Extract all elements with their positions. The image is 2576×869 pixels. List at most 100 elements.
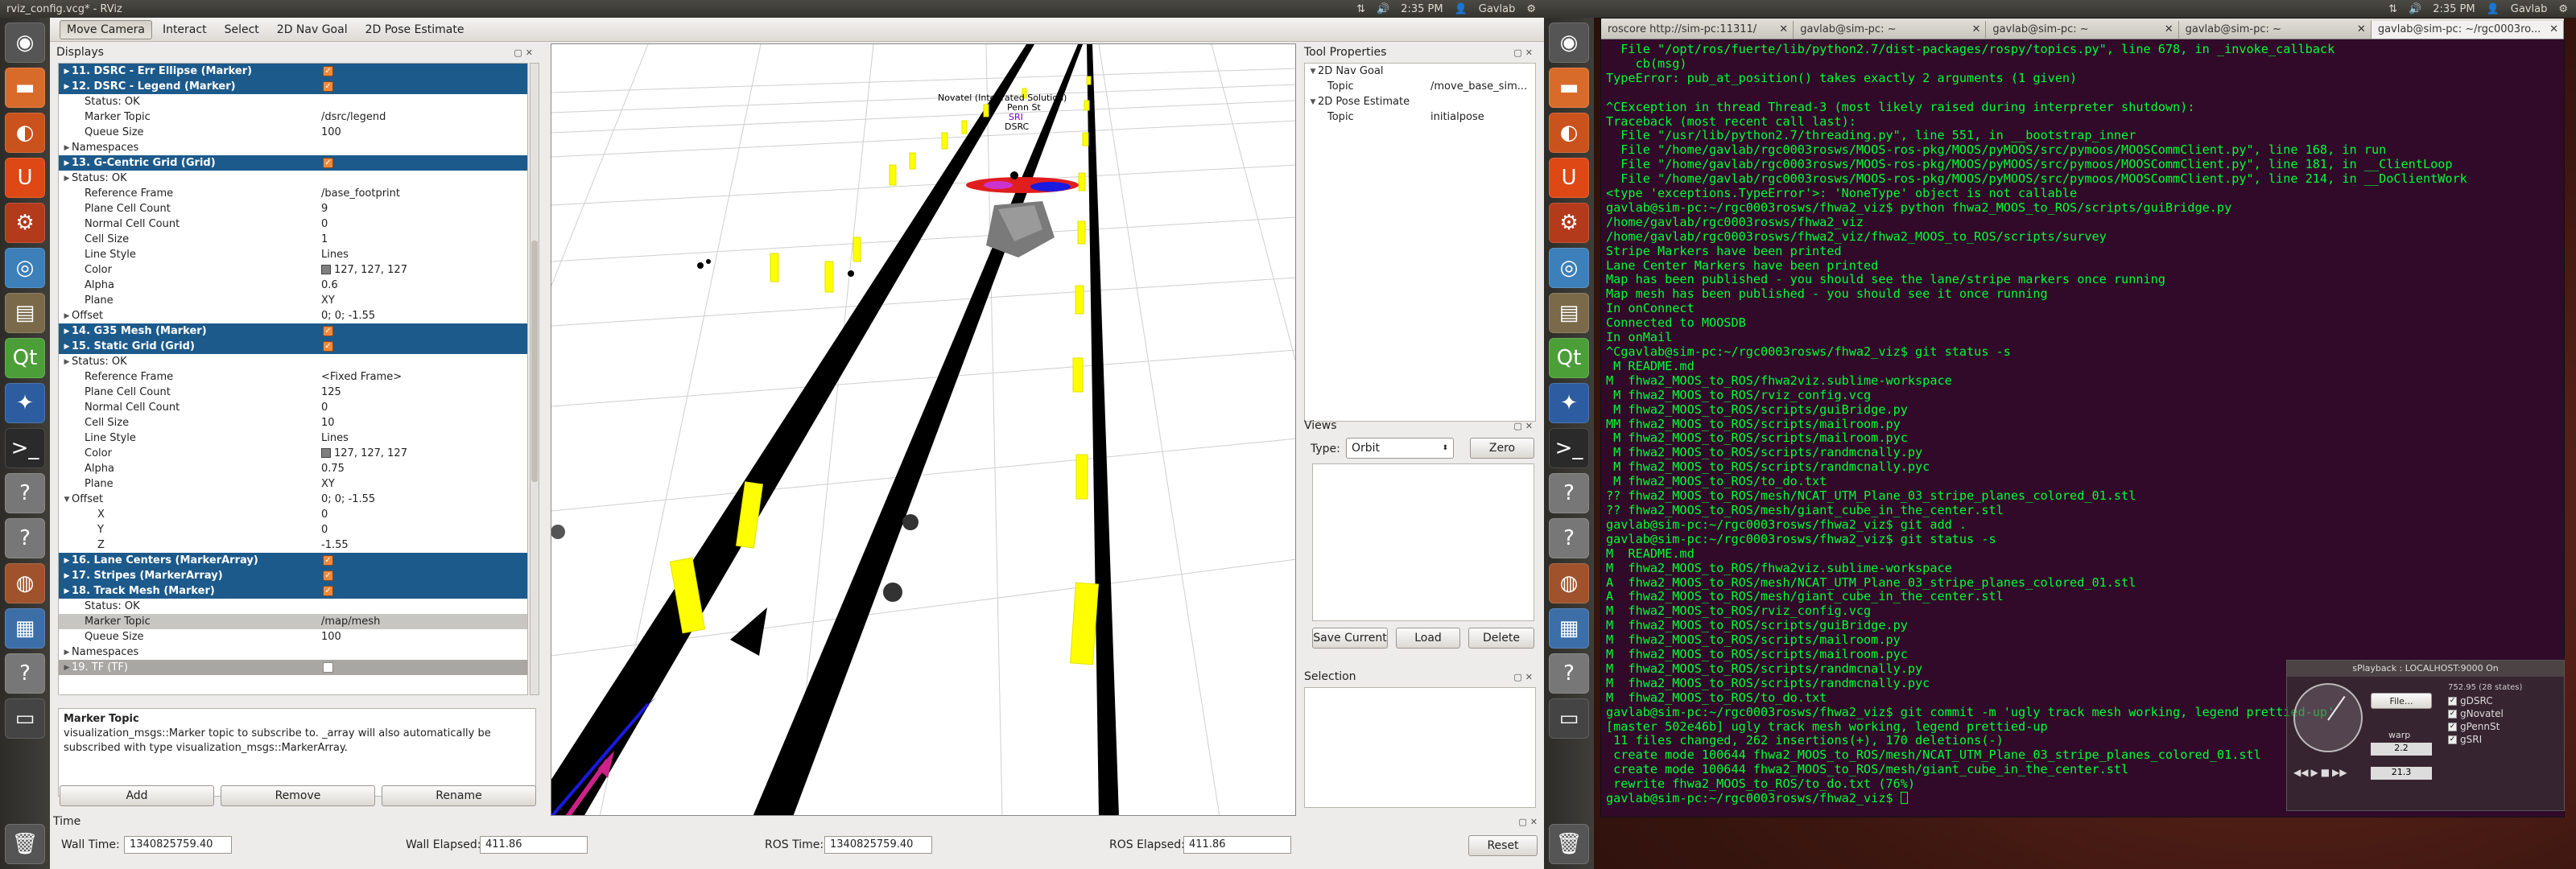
tool-interact[interactable]: Interact — [155, 20, 214, 39]
display-item[interactable]: ▶ 11. DSRC - Err Ellipse (Marker) ✓ — [59, 64, 527, 79]
terminal-tab[interactable]: gavlab@sim-pc: ~/rgc0003ro... ✕ — [2371, 21, 2565, 39]
terminal-icon[interactable]: >_ — [5, 428, 45, 468]
display-property[interactable]: ▶ Status: OK — [59, 354, 527, 369]
display-property[interactable]: Reference Frame <Fixed Frame> — [59, 369, 527, 385]
channel-checkbox[interactable]: ✓ — [2448, 722, 2457, 731]
volume-icon[interactable]: 🔊 — [2409, 3, 2421, 15]
panel-float-close-icons[interactable]: ▢✕ — [1513, 421, 1536, 431]
display-property[interactable]: Normal Cell Count 0 — [59, 216, 527, 232]
unknown-app-icon[interactable]: ? — [1549, 473, 1589, 513]
close-tab-icon[interactable]: ✕ — [2357, 23, 2366, 35]
rename-display-button[interactable]: Rename — [382, 785, 536, 806]
unknown-app-icon[interactable]: ? — [5, 518, 45, 558]
display-item[interactable]: ▶ 15. Static Grid (Grid) ✓ — [59, 339, 527, 354]
forward-icon[interactable]: ▶▶ — [2332, 767, 2347, 778]
display-property[interactable]: Cell Size 1 — [59, 232, 527, 247]
chromium-icon[interactable]: ◎ — [5, 248, 45, 288]
display-property[interactable]: Marker Topic/map/mesh — [59, 614, 527, 629]
expand-arrow-icon[interactable]: ▶ — [62, 159, 72, 167]
tool-property-row[interactable]: ▼ 2D Nav Goal — [1305, 64, 1535, 79]
qt-creator-icon[interactable]: Qt — [1549, 338, 1589, 378]
network-icon[interactable]: ⇅ — [2388, 3, 2397, 15]
add-display-button[interactable]: Add — [60, 785, 214, 806]
selection-tree[interactable] — [1304, 687, 1536, 808]
rewind-icon[interactable]: ◀◀ — [2293, 767, 2308, 778]
close-tab-icon[interactable]: ✕ — [2165, 23, 2174, 35]
display-property[interactable]: Alpha 0.75 — [59, 461, 527, 476]
display-property[interactable]: Normal Cell Count 0 — [59, 400, 527, 415]
display-property[interactable]: Color 127, 127, 127 — [59, 446, 527, 461]
terminal-icon[interactable]: >_ — [1549, 428, 1589, 468]
home-folder-icon[interactable]: ▬ — [1549, 68, 1589, 108]
playback-channel-item[interactable]: ✓ gNovatel — [2448, 707, 2522, 720]
ubuntu-one-icon[interactable]: U — [1549, 158, 1589, 198]
display-property[interactable]: ▶ Namespaces — [59, 645, 527, 660]
system-monitor-icon[interactable]: ◍ — [1549, 563, 1589, 603]
displays-tree[interactable]: ▶ 11. DSRC - Err Ellipse (Marker) ✓ ▶ 12. DS… — [58, 63, 528, 695]
display-property[interactable]: Reference Frame/base_footprint — [59, 186, 527, 201]
rviz-icon[interactable]: ✦ — [1549, 383, 1589, 423]
expand-arrow-icon[interactable]: ▶ — [62, 343, 72, 351]
wall-time-field[interactable]: 1340825759.40 — [124, 836, 232, 854]
delete-view-button[interactable]: Delete — [1468, 628, 1534, 649]
display-row-value[interactable]: XY — [321, 294, 335, 307]
settings-icon[interactable]: ⚙ — [5, 203, 45, 243]
text-editor-icon[interactable]: ▦ — [1549, 608, 1589, 649]
display-row-value[interactable]: 0.75 — [321, 463, 345, 475]
expand-arrow-icon[interactable]: ▶ — [62, 649, 72, 657]
panel-float-close-icons[interactable]: ▢✕ — [514, 47, 536, 58]
terminal-tab[interactable]: gavlab@sim-pc: ~ ✕ — [1986, 21, 2179, 39]
playback-channel-item[interactable]: ✓ gSRI — [2448, 733, 2522, 746]
expand-arrow-icon[interactable]: ▶ — [62, 572, 72, 580]
display-item[interactable]: ▶ 16. Lane Centers (MarkerArray) ✓ — [59, 553, 527, 568]
rviz-icon[interactable]: ✦ — [5, 383, 45, 423]
display-row-value[interactable]: 100 — [321, 126, 341, 138]
display-property[interactable]: Alpha 0.6 — [59, 278, 527, 293]
display-property[interactable]: Z -1.55 — [59, 537, 527, 553]
display-row-value[interactable]: <Fixed Frame> — [321, 371, 402, 383]
display-property[interactable]: ▶ Status: OK — [59, 171, 527, 186]
terminal-tab[interactable]: roscore http://sim-pc:11311/ ✕ — [1601, 21, 1794, 39]
display-row-value[interactable]: 0 — [321, 524, 328, 536]
display-property[interactable]: Plane Cell Count 9 — [59, 201, 527, 216]
panel-float-close-icons[interactable]: ▢✕ — [1518, 817, 1541, 827]
close-tab-icon[interactable]: ✕ — [2549, 23, 2558, 35]
file-button[interactable]: File... — [2371, 693, 2432, 709]
terminal-tab[interactable]: gavlab@sim-pc: ~ ✕ — [2179, 21, 2372, 39]
tool-properties-tree[interactable]: ▼ 2D Nav Goal Topic/move_base_sim... ▼ 2D Po… — [1304, 63, 1536, 422]
expand-arrow-icon[interactable]: ▶ — [62, 83, 72, 91]
tool-property-row[interactable]: Topic initialpose — [1305, 109, 1535, 125]
power-icon[interactable]: ⚙ — [1526, 3, 1536, 15]
view-type-select[interactable]: Orbit ⬍ — [1346, 438, 1454, 459]
ubuntu-one-icon[interactable]: U — [5, 158, 45, 198]
unknown-app-icon[interactable]: ? — [1549, 653, 1589, 694]
display-row-value[interactable]: /map/mesh — [321, 616, 380, 628]
system-monitor-icon[interactable]: ◍ — [5, 563, 45, 603]
display-row-value[interactable]: Lines — [321, 432, 349, 444]
user-name[interactable]: Gavlab — [2511, 3, 2548, 15]
enable-checkbox[interactable]: ✓ — [323, 66, 333, 76]
display-row-value[interactable]: 0 — [321, 509, 328, 521]
play-icon[interactable]: ▶ — [2310, 767, 2318, 778]
display-item[interactable]: ▶ 19. TF (TF) — [59, 660, 527, 675]
display-property[interactable]: Y0 — [59, 522, 527, 537]
save-view-button[interactable]: Save Current — [1312, 628, 1388, 649]
warp-field[interactable]: 2.2 — [2371, 743, 2432, 756]
user-name[interactable]: Gavlab — [1479, 3, 1516, 15]
display-property[interactable]: Queue Size 100 — [59, 629, 527, 645]
tool-move-camera[interactable]: Move Camera — [60, 19, 152, 39]
render-viewport[interactable]: Novatel (Integrated Solution) Penn St SR… — [551, 43, 1296, 816]
display-property[interactable]: Status: OK — [59, 94, 527, 109]
panel-float-close-icons[interactable]: ▢✕ — [1513, 672, 1536, 682]
volume-icon[interactable]: 🔊 — [1377, 3, 1389, 15]
display-property[interactable]: ▼ Offset 0; 0; -1.55 — [59, 492, 527, 507]
display-property[interactable]: Status: OK — [59, 599, 527, 614]
load-view-button[interactable]: Load — [1396, 628, 1460, 649]
time-value-field[interactable]: 21.3 — [2371, 767, 2432, 780]
display-item[interactable]: ▶ 14. G35 Mesh (Marker) ✓ — [59, 323, 527, 339]
enable-checkbox[interactable] — [323, 662, 333, 673]
display-property[interactable]: Line Style Lines — [59, 247, 527, 262]
expand-arrow-icon[interactable]: ▼ — [1308, 98, 1318, 106]
user-icon[interactable]: 👤 — [2487, 3, 2500, 15]
enable-checkbox[interactable]: ✓ — [323, 326, 333, 336]
